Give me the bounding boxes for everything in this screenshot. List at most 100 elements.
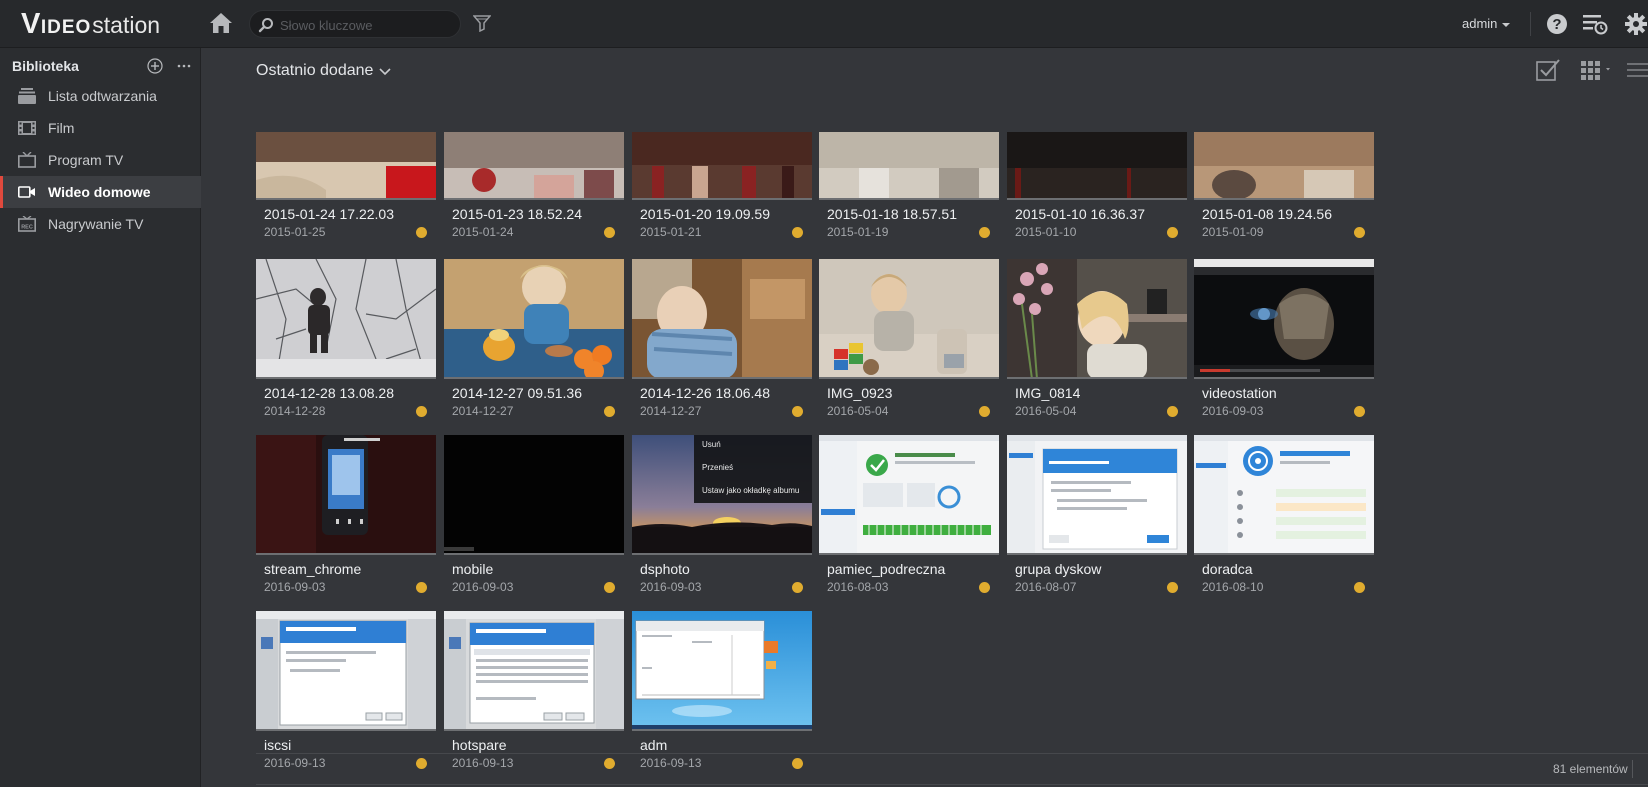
video-grid: 2015-01-24 17.22.03 2015-01-25 2015-01-2… [201,132,1648,787]
video-date: 2016-09-13 [452,756,514,770]
video-date: 2016-09-13 [640,756,702,770]
video-tile[interactable]: 2015-01-20 19.09.59 2015-01-21 [632,132,812,240]
status-dot [979,406,990,417]
video-thumbnail [819,259,999,379]
video-tile[interactable]: mobile 2016-09-03 [444,435,624,595]
svg-text:REC: REC [21,224,33,230]
footer-separator [1632,760,1633,778]
status-dot [416,582,427,593]
filter-icon[interactable] [472,14,492,33]
footer-divider [256,753,1648,754]
video-tile[interactable]: 2014-12-27 09.51.36 2014-12-27 [444,259,624,419]
video-tile[interactable]: 2015-01-08 19.24.56 2015-01-09 [1194,132,1374,240]
user-name: admin [1462,16,1498,31]
video-date: 2015-01-24 [452,225,514,239]
video-thumbnail [632,611,812,731]
sidebar-item-tv-show[interactable]: Program TV [0,144,201,176]
video-thumbnail [819,435,999,555]
video-title: IMG_0814 [1015,385,1081,401]
menu-item-set-album-cover[interactable]: Ustaw jako okładkę albumu [702,486,799,495]
video-date: 2016-09-03 [452,580,514,594]
view-dropdown[interactable]: Ostatnio dodane [256,62,391,80]
thumbnail-view-icon[interactable] [1580,60,1614,80]
video-title: 2014-12-27 09.51.36 [452,385,582,401]
menu-item-move[interactable]: Przenieś [702,463,733,472]
video-thumbnail [256,611,436,731]
status-dot [604,582,615,593]
video-date: 2015-01-09 [1202,225,1264,239]
video-tile[interactable]: IMG_0814 2016-05-04 [1007,259,1187,419]
video-tile[interactable]: iscsi 2016-09-13 [256,611,436,771]
video-tile[interactable]: pamiec_podreczna 2016-08-03 [819,435,999,595]
sidebar-item-label: Film [48,120,75,136]
logo-station: station [92,12,161,38]
status-dot [1167,582,1178,593]
video-title: 2015-01-20 19.09.59 [640,206,770,222]
status-dot [979,582,990,593]
video-tile[interactable]: 2015-01-23 18.52.24 2015-01-24 [444,132,624,240]
video-date: 2016-09-03 [1202,404,1264,418]
video-title: IMG_0923 [827,385,893,401]
video-tile[interactable]: 2014-12-28 13.08.28 2014-12-28 [256,259,436,419]
more-options-icon[interactable] [176,58,192,74]
video-thumbnail [444,435,624,555]
video-tile[interactable]: doradca 2016-08-10 [1194,435,1374,595]
video-date: 2015-01-10 [1015,225,1077,239]
status-dot [416,758,427,769]
video-thumbnail [256,259,436,379]
video-title: videostation [1202,385,1277,401]
user-menu[interactable]: admin [1462,16,1511,31]
list-view-icon[interactable] [1627,60,1648,80]
video-title: 2015-01-24 17.22.03 [264,206,394,222]
video-thumbnail [444,611,624,731]
film-icon [18,121,36,135]
video-thumbnail [632,132,812,200]
video-date: 2016-09-03 [640,580,702,594]
video-tile[interactable]: hotspare 2016-09-13 [444,611,624,771]
video-tile[interactable]: 2015-01-10 16.36.37 2015-01-10 [1007,132,1187,240]
search-input[interactable] [280,15,450,35]
video-thumbnail: Usuń Przenieś Ustaw jako okładkę albumu [632,435,812,555]
video-title: 2014-12-26 18.06.48 [640,385,770,401]
video-tile[interactable]: grupa dyskow 2016-08-07 [1007,435,1187,595]
sidebar-item-playlist[interactable]: Lista odtwarzania [0,80,201,112]
status-dot [1354,406,1365,417]
gear-icon[interactable] [1624,12,1648,36]
sidebar-item-tv-recording[interactable]: REC Nagrywanie TV [0,208,201,240]
background-tasks-icon[interactable] [1582,13,1608,35]
home-video-icon [18,186,35,198]
video-tile[interactable]: videostation 2016-09-03 [1194,259,1374,419]
video-title: adm [640,737,668,753]
video-thumbnail [256,435,436,555]
playlist-icon [18,88,36,104]
video-title: doradca [1202,561,1253,577]
video-tile[interactable]: 2014-12-26 18.06.48 2014-12-27 [632,259,812,419]
video-tile[interactable]: 2015-01-24 17.22.03 2015-01-25 [256,132,436,240]
status-dot [1354,582,1365,593]
top-bar: VIDEOstation admin ? [0,0,1648,48]
video-tile[interactable]: 2015-01-18 18.57.51 2015-01-19 [819,132,999,240]
video-date: 2015-01-25 [264,225,326,239]
video-title: 2014-12-28 13.08.28 [264,385,394,401]
library-header: Biblioteka [12,56,192,76]
chevron-down-icon [379,68,391,76]
select-mode-icon[interactable] [1536,59,1560,81]
library-list: Lista odtwarzania Film Program TV Wideo … [0,80,201,240]
video-date: 2015-01-21 [640,225,702,239]
video-thumbnail [1194,435,1374,555]
video-thumbnail [444,259,624,379]
video-tile[interactable]: IMG_0923 2016-05-04 [819,259,999,419]
help-icon[interactable]: ? [1546,13,1568,35]
video-title: grupa dyskow [1015,561,1102,577]
sidebar-item-home-video[interactable]: Wideo domowe [0,176,201,208]
video-tile[interactable]: adm 2016-09-13 [632,611,812,771]
add-library-icon[interactable] [147,58,163,74]
sidebar-item-film[interactable]: Film [0,112,201,144]
video-date: 2015-01-19 [827,225,889,239]
home-icon[interactable] [208,11,234,35]
video-tile[interactable]: stream_chrome 2016-09-03 [256,435,436,595]
video-title: stream_chrome [264,561,362,577]
video-tile[interactable]: Usuń Przenieś Ustaw jako okładkę albumu … [632,435,812,595]
menu-item-delete[interactable]: Usuń [702,440,721,449]
video-title: dsphoto [640,561,690,577]
